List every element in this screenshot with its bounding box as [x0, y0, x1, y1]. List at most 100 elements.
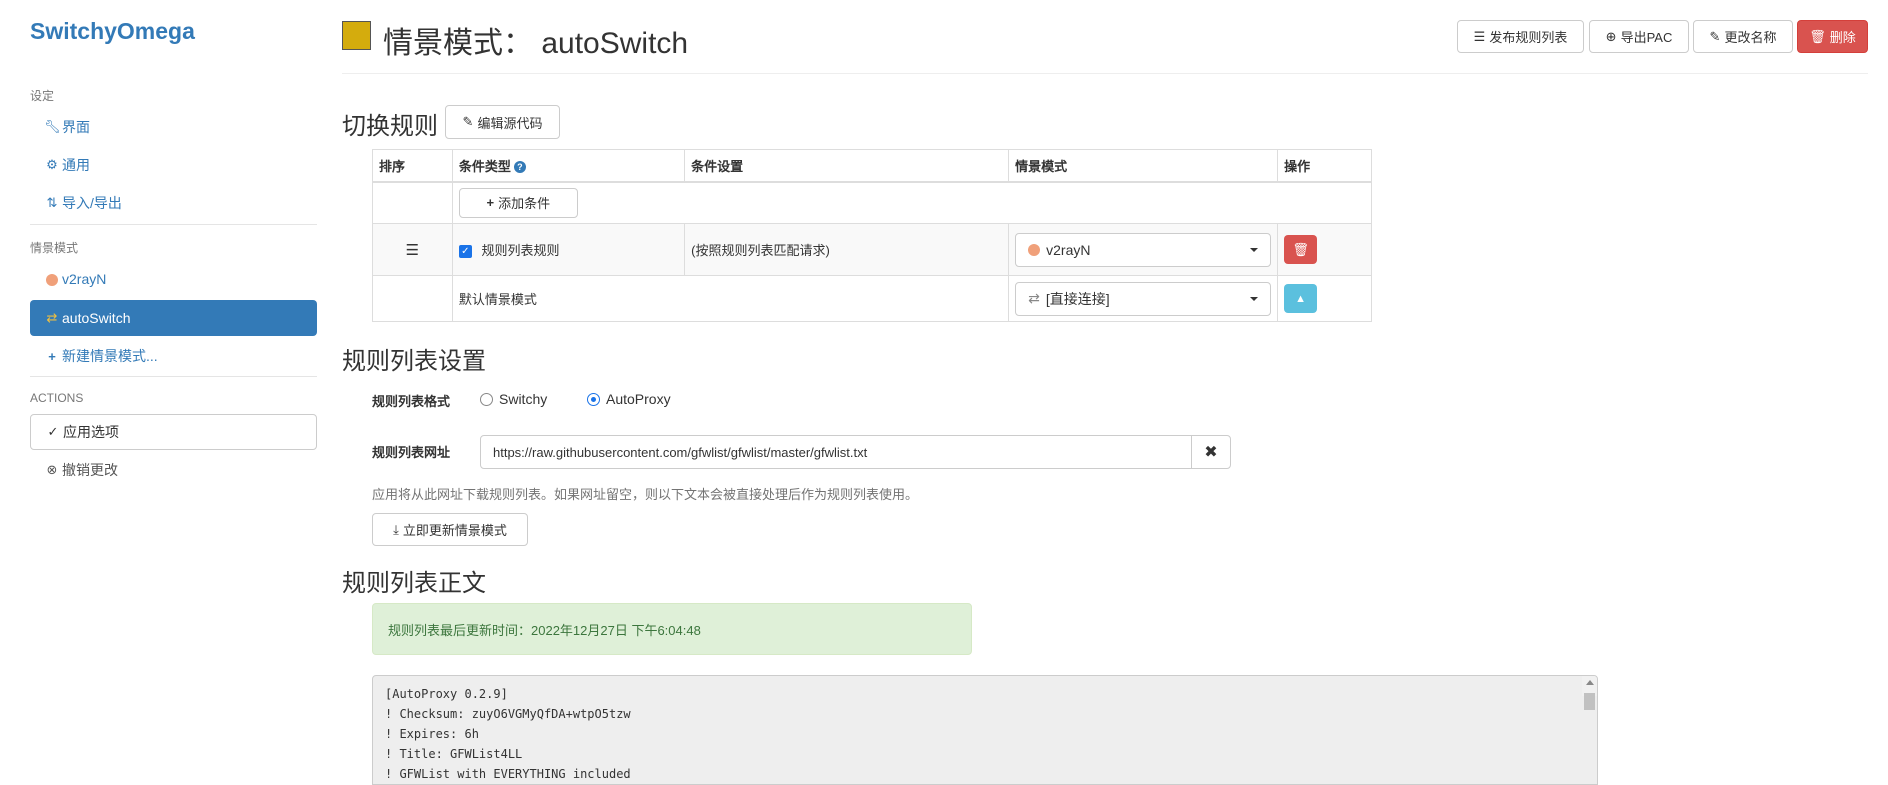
format-option-label: AutoProxy: [606, 391, 671, 407]
sidebar-item-import-export[interactable]: ⇅ 导入/导出: [30, 185, 317, 221]
textarea-scrollbar[interactable]: [1582, 676, 1597, 710]
scroll-thumb[interactable]: [1584, 693, 1595, 710]
default-profile-row: 默认情景模式 ⇄ [直接连接] ▲: [372, 275, 1372, 322]
radio-autoproxy[interactable]: [587, 392, 600, 406]
delete-rule-button[interactable]: 🗑︎: [1284, 235, 1318, 264]
rename-button[interactable]: ✎ 更改名称: [1693, 20, 1793, 53]
edit-icon: ✎: [462, 114, 474, 129]
last-updated-alert: 规则列表最后更新时间：2022年12月27日 下午6:04:48: [372, 603, 972, 655]
profile-color-swatch[interactable]: [342, 21, 371, 50]
rule-profile-value: v2rayN: [1046, 241, 1091, 258]
sidebar-item-general[interactable]: ⚙ 通用: [30, 147, 317, 183]
table-header-row: 排序 条件类型? 条件设置 情景模式 操作: [372, 149, 1372, 183]
clear-url-button[interactable]: ✖: [1191, 435, 1231, 469]
plus-icon: +: [486, 195, 495, 211]
globe-icon: [44, 272, 60, 287]
publish-rule-list-button[interactable]: ☰ 发布规则列表: [1457, 20, 1584, 53]
format-option-label: Switchy: [499, 391, 548, 407]
condition-type-label: 规则列表规则: [481, 243, 560, 258]
update-profile-button[interactable]: ⤓ 立即更新情景模式: [372, 513, 528, 546]
download-circle-icon: ⊕: [1605, 28, 1617, 44]
column-header: 排序: [372, 149, 453, 183]
edit-source-button[interactable]: ✎ 编辑源代码: [445, 105, 560, 139]
code-line: ! Expires: 6h: [385, 727, 479, 741]
page-title: 情景模式： autoSwitch: [383, 27, 689, 60]
delete-profile-button[interactable]: 🗑︎ 删除: [1797, 20, 1868, 53]
url-help-text: 应用将从此网址下载规则列表。如果网址留空，则以下文本会被直接处理后作为规则列表使…: [372, 487, 919, 502]
discard-changes-button[interactable]: ⊗ 撤销更改: [30, 452, 317, 488]
sidebar-item-label: v2rayN: [62, 271, 107, 287]
rule-list-textarea[interactable]: [AutoProxy 0.2.9] ! Checksum: zuyO6VGMyQ…: [372, 675, 1598, 785]
apply-options-label: 应用选项: [63, 424, 119, 440]
profile-cell: v2rayN: [1008, 223, 1279, 276]
column-header: 条件设置: [684, 149, 1010, 183]
apply-options-button[interactable]: ✓ 应用选项: [30, 414, 317, 450]
caret-down-icon: [1250, 296, 1259, 301]
add-condition-row: + 添加条件: [372, 181, 1373, 224]
help-icon[interactable]: ?: [513, 161, 526, 174]
publish-label: 发布规则列表: [1489, 30, 1568, 45]
sort-cell: ☰: [372, 223, 453, 276]
trash-icon: 🗑︎: [1292, 241, 1309, 257]
add-condition-cell: + 添加条件: [451, 181, 1373, 224]
sidebar-item-label: 界面: [62, 119, 90, 135]
code-line: ! Checksum: zuyO6VGMyQfDA+wtpO5tzw: [385, 707, 631, 721]
radio-switchy[interactable]: [480, 392, 493, 406]
sidebar-item-label: 通用: [62, 157, 90, 173]
url-label: 规则列表网址: [372, 445, 451, 460]
table-row: ☰ ✓ 规则列表规则 (按照规则列表匹配请求) v2rayN 🗑︎: [372, 223, 1372, 276]
rule-profile-select[interactable]: v2rayN: [1015, 232, 1272, 267]
sidebar-item-v2rayn[interactable]: v2rayN: [30, 261, 317, 297]
default-profile-label: 默认情景模式: [451, 275, 1010, 322]
code-line: ! Title: GFWList4LL: [385, 747, 523, 761]
plus-icon: +: [48, 348, 56, 364]
x-circle-icon: ⊗: [46, 462, 58, 477]
column-header-label: 条件类型: [458, 158, 511, 174]
main-content: 情景模式： autoSwitch ☰ 发布规则列表 ⊕ 导出PAC ✎ 更改名称…: [342, 0, 1888, 785]
sidebar-item-label: 新建情景模式...: [62, 348, 158, 364]
drag-handle-icon[interactable]: ☰: [406, 242, 419, 259]
move-up-button[interactable]: ▲: [1284, 284, 1318, 313]
brand-logo[interactable]: SwitchyOmega: [30, 18, 195, 45]
rule-list-url-input[interactable]: https://raw.githubusercontent.com/gfwlis…: [480, 435, 1192, 469]
action-cell: ▲: [1277, 275, 1372, 322]
import-export-icon: ⇅: [46, 195, 58, 210]
list-icon: ☰: [1473, 28, 1486, 44]
column-header: 操作: [1277, 149, 1372, 183]
format-option-switchy[interactable]: Switchy: [480, 391, 547, 407]
edit-icon: ✎: [1709, 28, 1721, 44]
delete-label: 删除: [1829, 30, 1856, 45]
default-profile-select[interactable]: ⇄ [直接连接]: [1015, 281, 1272, 316]
profile-cell: ⇄ [直接连接]: [1008, 275, 1279, 322]
add-condition-button[interactable]: + 添加条件: [458, 187, 578, 218]
download-icon: ⤓: [393, 521, 399, 537]
close-icon: ✖: [1204, 444, 1218, 461]
add-condition-label: 添加条件: [498, 196, 551, 212]
wrench-icon: 🔧︎: [44, 119, 61, 134]
settings-header: 设定: [30, 89, 55, 103]
actions-header: ACTIONS: [30, 391, 84, 405]
profiles-header: 情景模式: [30, 241, 79, 255]
divider: [30, 376, 317, 377]
scroll-up-icon[interactable]: [1586, 680, 1594, 685]
divider: [30, 224, 317, 225]
edit-source-label: 编辑源代码: [477, 115, 543, 131]
empty-cell: [372, 275, 453, 322]
globe-icon: [1028, 243, 1041, 256]
code-line: [AutoProxy 0.2.9]: [385, 687, 508, 701]
column-header: 情景模式: [1008, 149, 1279, 183]
rule-enabled-checkbox[interactable]: ✓: [458, 245, 472, 259]
update-profile-label: 立即更新情景模式: [402, 523, 507, 538]
switch-icon: ⇄: [46, 310, 58, 325]
condition-type-cell: ✓ 规则列表规则: [451, 223, 686, 276]
sidebar-item-autoswitch[interactable]: ⇄ autoSwitch: [30, 300, 317, 336]
export-pac-button[interactable]: ⊕ 导出PAC: [1589, 20, 1689, 53]
header-divider: [342, 73, 1868, 74]
sidebar-item-new-profile[interactable]: + 新建情景模式...: [30, 338, 317, 374]
sidebar-item-label: 导入/导出: [62, 195, 122, 211]
caret-down-icon: [1250, 247, 1259, 252]
format-option-autoproxy[interactable]: AutoProxy: [587, 391, 671, 407]
sidebar-item-interface[interactable]: 🔧︎ 界面: [30, 109, 317, 145]
code-line: ! GFWList with EVERYTHING included: [385, 767, 631, 781]
gear-icon: ⚙: [46, 157, 58, 172]
